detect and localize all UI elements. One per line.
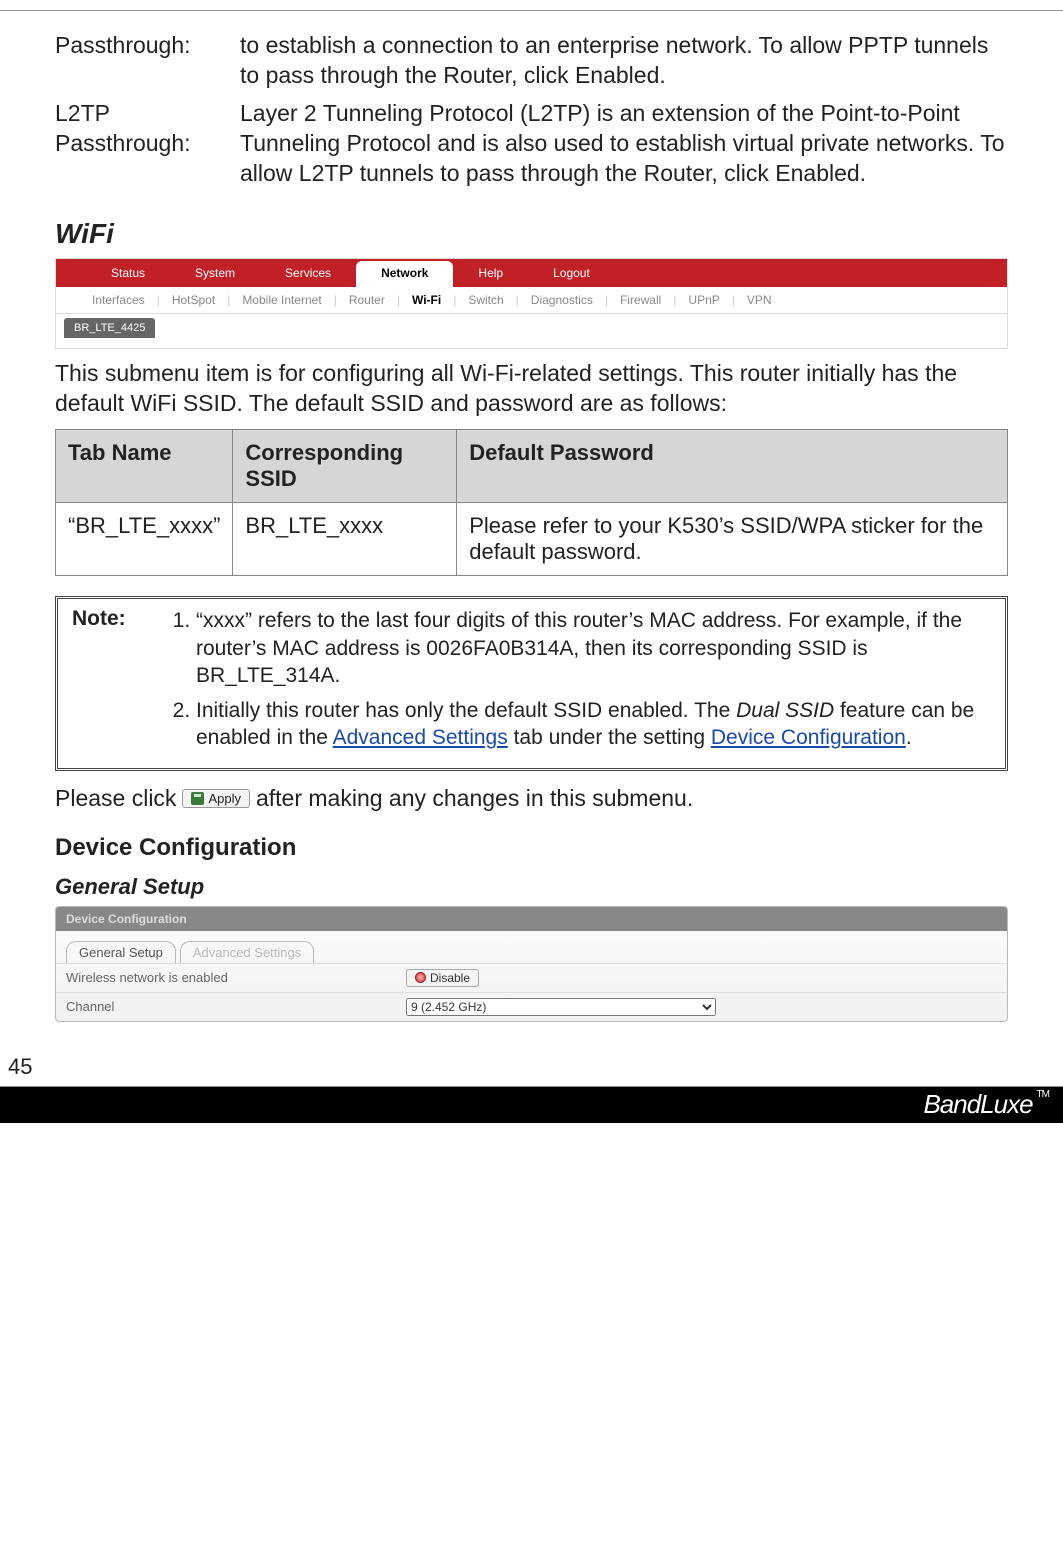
disable-button[interactable]: Disable xyxy=(406,969,479,987)
ssid-th-password: Default Password xyxy=(457,430,1008,503)
general-setup-heading: General Setup xyxy=(55,874,1008,900)
wifi-intro-text: This submenu item is for configuring all… xyxy=(55,359,1008,419)
panel-tabs: General Setup Advanced Settings xyxy=(56,931,1007,963)
ssid-tab[interactable]: BR_LTE_4425 xyxy=(64,318,155,338)
note-item-1: “xxxx” refers to the last four digits of… xyxy=(196,607,991,689)
ssid-tab-row: BR_LTE_4425 xyxy=(56,314,1007,348)
def-value: Layer 2 Tunneling Protocol (L2TP) is an … xyxy=(240,99,1008,189)
apply-button[interactable]: Apply xyxy=(182,789,250,808)
nav-tab-services[interactable]: Services xyxy=(260,259,356,287)
ssid-th-tabname: Tab Name xyxy=(56,430,233,503)
apply-button-label: Apply xyxy=(208,791,241,806)
section-heading-wifi: WiFi xyxy=(55,218,1008,250)
page-number: 45 xyxy=(0,1054,1063,1087)
subnav-router[interactable]: Router xyxy=(343,293,391,307)
device-configuration-heading: Device Configuration xyxy=(55,834,1008,862)
ssid-table: Tab Name Corresponding SSID Default Pass… xyxy=(55,429,1008,576)
subnav-interfaces[interactable]: Interfaces xyxy=(86,293,151,307)
ssid-td-ssid: BR_LTE_xxxx xyxy=(233,503,457,576)
nav-top-row: Status System Services Network Help Logo… xyxy=(56,259,1007,287)
panel-title: Device Configuration xyxy=(56,907,1007,931)
definition-row: Passthrough: to establish a connection t… xyxy=(55,31,1008,91)
def-label: Passthrough: xyxy=(55,31,240,91)
nav-sub-row: Interfaces| HotSpot| Mobile Internet| Ro… xyxy=(56,287,1007,314)
apply-line: Please click Apply after making any chan… xyxy=(55,785,1008,812)
subnav-hotspot[interactable]: HotSpot xyxy=(166,293,221,307)
definition-row: L2TP Passthrough: Layer 2 Tunneling Prot… xyxy=(55,99,1008,189)
subnav-firewall[interactable]: Firewall xyxy=(614,293,667,307)
nav-tab-network[interactable]: Network xyxy=(356,261,453,287)
channel-select[interactable]: 9 (2.452 GHz) xyxy=(406,998,716,1016)
wireless-enabled-label: Wireless network is enabled xyxy=(66,970,406,985)
ssid-td-tabname: “BR_LTE_xxxx” xyxy=(56,503,233,576)
note-label: Note: xyxy=(72,607,172,759)
tab-advanced-settings[interactable]: Advanced Settings xyxy=(180,941,314,963)
nav-tab-status[interactable]: Status xyxy=(86,259,170,287)
nav-tab-system[interactable]: System xyxy=(170,259,260,287)
subnav-switch[interactable]: Switch xyxy=(462,293,509,307)
page-footer: 45 BandLuxeTM xyxy=(0,1054,1063,1123)
ssid-td-password: Please refer to your K530’s SSID/WPA sti… xyxy=(457,503,1008,576)
nav-tab-help[interactable]: Help xyxy=(453,259,528,287)
subnav-wifi[interactable]: Wi-Fi xyxy=(406,293,447,307)
note-box: Note: “xxxx” refers to the last four dig… xyxy=(55,596,1008,770)
disable-icon xyxy=(415,972,426,983)
disable-button-label: Disable xyxy=(430,971,470,985)
nav-tab-logout[interactable]: Logout xyxy=(528,259,615,287)
def-label: L2TP Passthrough: xyxy=(55,99,240,189)
device-config-panel: Device Configuration General Setup Advan… xyxy=(55,906,1008,1022)
row-channel: Channel 9 (2.452 GHz) xyxy=(56,992,1007,1021)
brand-logo: BandLuxeTM xyxy=(923,1089,1049,1120)
row-wireless-enabled: Wireless network is enabled Disable xyxy=(56,963,1007,992)
subnav-diagnostics[interactable]: Diagnostics xyxy=(525,293,599,307)
subnav-vpn[interactable]: VPN xyxy=(741,293,778,307)
apply-before: Please click xyxy=(55,785,176,812)
subnav-upnp[interactable]: UPnP xyxy=(682,293,725,307)
note-item-2: Initially this router has only the defau… xyxy=(196,697,991,752)
save-icon xyxy=(191,792,204,805)
subnav-mobile-internet[interactable]: Mobile Internet xyxy=(236,293,327,307)
def-value: to establish a connection to an enterpri… xyxy=(240,31,1008,91)
tab-general-setup[interactable]: General Setup xyxy=(66,941,176,963)
apply-after: after making any changes in this submenu… xyxy=(256,785,693,812)
router-nav-screenshot: Status System Services Network Help Logo… xyxy=(55,258,1008,349)
channel-label: Channel xyxy=(66,999,406,1014)
ssid-th-ssid: Corresponding SSID xyxy=(233,430,457,503)
